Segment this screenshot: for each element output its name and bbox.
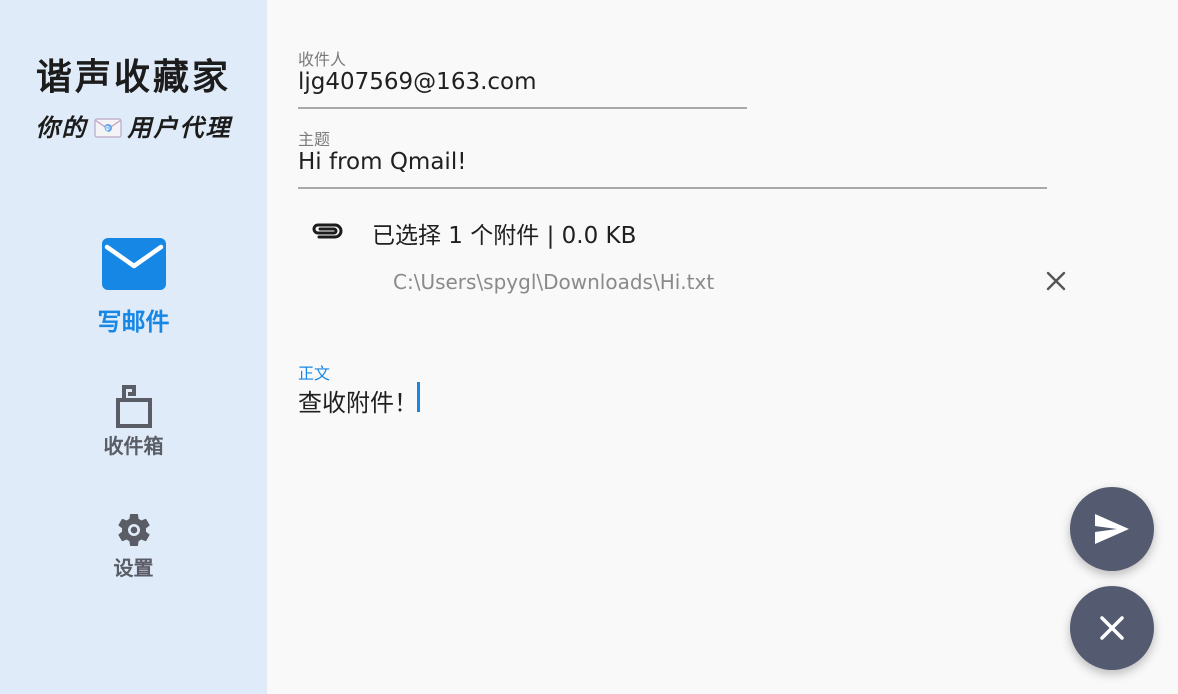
recipient-label: 收件人	[298, 50, 347, 69]
send-button[interactable]	[1070, 487, 1154, 571]
body-textarea[interactable]: 查收附件！	[298, 383, 418, 418]
subject-label: 主题	[298, 130, 331, 149]
sidebar: 谐声收藏家 你的 @ 用户代理 写邮件 收件箱 设置	[0, 0, 267, 694]
discard-button[interactable]	[1070, 586, 1154, 670]
attachment-summary: 已选择 1 个附件 | 0.0 KB	[372, 223, 637, 249]
app-title: 谐声收藏家	[35, 57, 231, 98]
mailbox-icon	[115, 385, 152, 428]
text-caret	[417, 382, 420, 412]
nav-inbox[interactable]: 收件箱	[0, 384, 267, 459]
paperclip-icon[interactable]	[310, 220, 344, 242]
close-icon	[1100, 616, 1124, 640]
nav-settings-label: 设置	[113, 556, 154, 580]
email-emoji-icon: @	[93, 118, 122, 138]
gear-icon	[117, 513, 150, 546]
app-subtitle-suffix: 用户代理	[127, 114, 232, 142]
svg-text:@: @	[104, 126, 112, 133]
nav-inbox-label: 收件箱	[103, 434, 164, 458]
envelope-icon	[101, 238, 166, 290]
recipient-underline	[298, 107, 747, 109]
body-label: 正文	[298, 364, 331, 383]
nav-compose[interactable]: 写邮件	[0, 238, 267, 337]
remove-attachment-icon[interactable]	[1040, 265, 1072, 297]
recipient-input[interactable]: ljg407569@163.com	[298, 69, 537, 95]
send-icon	[1095, 514, 1129, 544]
nav-compose-label: 写邮件	[97, 308, 170, 336]
subject-input[interactable]: Hi from Qmail!	[298, 149, 466, 175]
attachment-path: C:\Users\spygl\Downloads\Hi.txt	[393, 270, 715, 294]
app-subtitle: 你的 @ 用户代理	[0, 108, 267, 143]
app-subtitle-prefix: 你的	[35, 114, 88, 142]
subject-underline	[298, 187, 1047, 189]
nav-settings[interactable]: 设置	[0, 510, 267, 581]
